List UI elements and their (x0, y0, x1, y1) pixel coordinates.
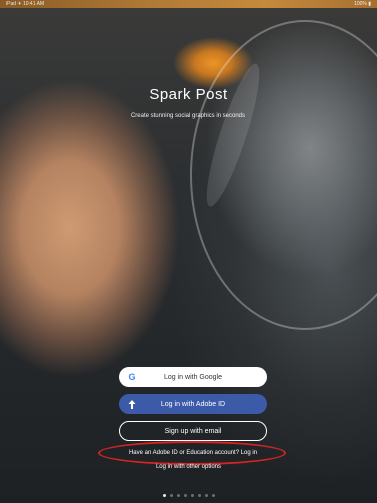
other-login-options-link[interactable]: Log in with other options (130, 463, 247, 471)
page-dot[interactable] (197, 494, 201, 497)
page-indicator (0, 494, 377, 497)
upload-arrow-icon (127, 399, 137, 409)
signup-email-button[interactable]: Sign up with email (119, 421, 267, 441)
login-google-button[interactable]: G Log in with Google (119, 367, 267, 387)
login-adobe-button[interactable]: Log in with Adobe ID (119, 394, 267, 414)
app-tagline: Create stunning social graphics in secon… (130, 113, 246, 119)
app-screen: iPad ✈ 10:41 AM 100% ▮ Spark Post Create… (0, 0, 377, 503)
status-bar-left: iPad ✈ 10:41 AM (6, 1, 45, 7)
top-strip (0, 0, 377, 8)
education-login-link[interactable]: Have an Adobe ID or Education account? L… (108, 449, 278, 457)
google-g-icon: G (128, 372, 136, 382)
page-dot[interactable] (169, 494, 173, 497)
page-dot[interactable] (204, 494, 208, 497)
page-dot[interactable] (183, 494, 187, 497)
login-adobe-label: Log in with Adobe ID (160, 400, 226, 408)
page-dot[interactable] (190, 494, 194, 497)
status-bar-right: 100% ▮ (354, 1, 371, 7)
page-dot[interactable] (162, 494, 166, 497)
page-dot[interactable] (211, 494, 215, 497)
login-google-label: Log in with Google (164, 373, 222, 381)
page-dot[interactable] (176, 494, 180, 497)
app-title: Spark Post (149, 86, 228, 103)
signup-email-label: Sign up with email (164, 427, 222, 435)
